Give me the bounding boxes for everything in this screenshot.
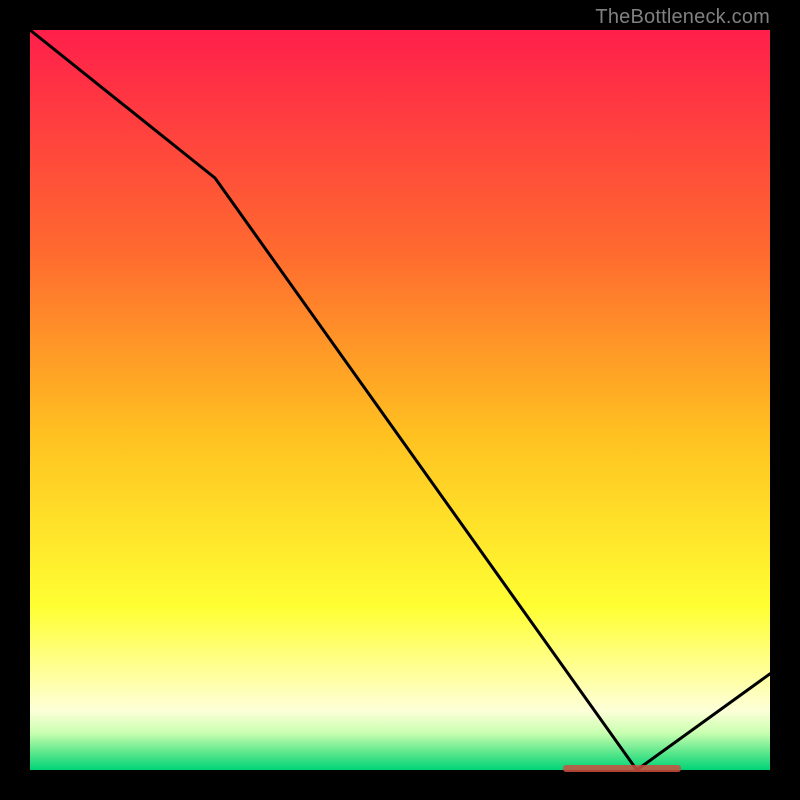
plot-area <box>30 30 770 770</box>
optimal-range-marker <box>563 765 681 772</box>
chart-svg <box>30 30 770 770</box>
attribution-text: TheBottleneck.com <box>595 6 770 29</box>
gradient-background <box>30 30 770 770</box>
chart-frame: TheBottleneck.com <box>0 0 800 800</box>
